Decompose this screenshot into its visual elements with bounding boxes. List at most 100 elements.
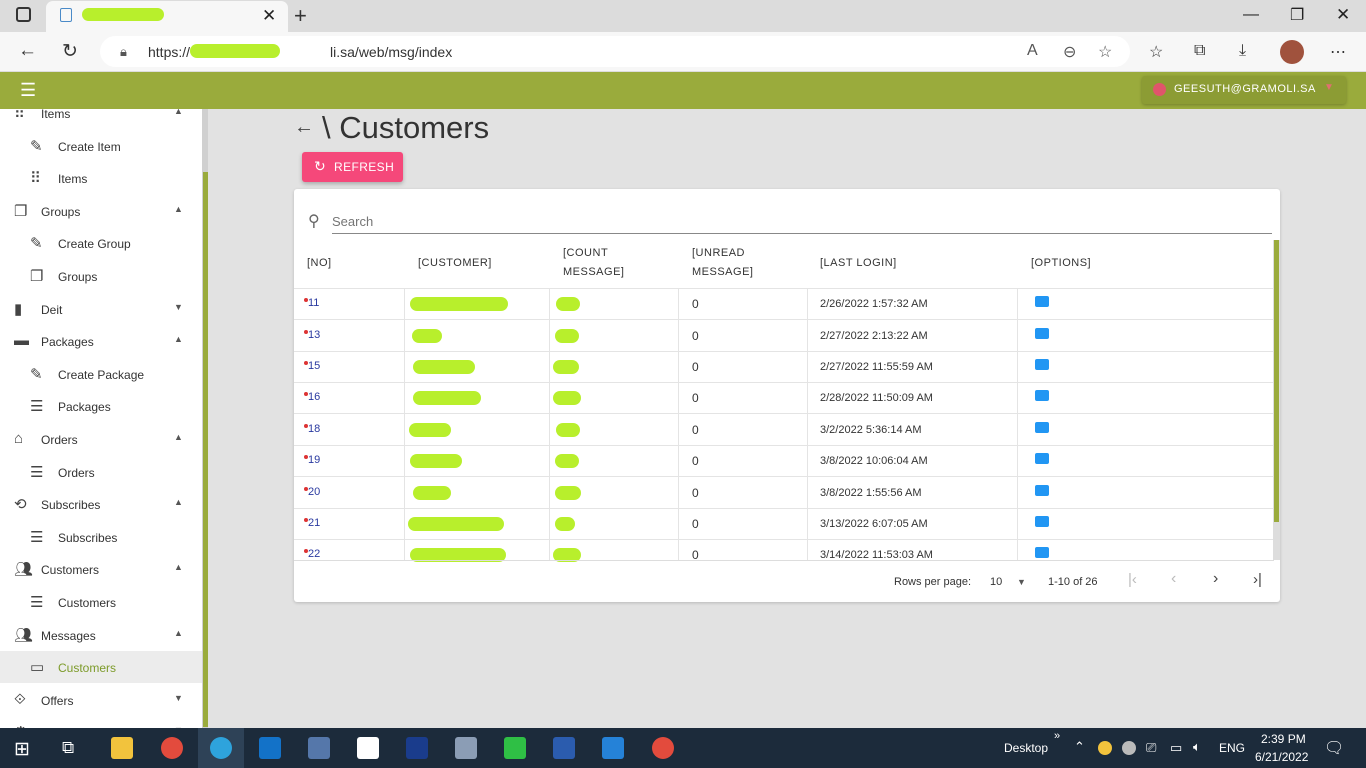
message-icon[interactable] xyxy=(1035,390,1049,401)
menu-icon[interactable]: ☰ xyxy=(20,80,36,101)
chevron-down-icon[interactable]: ▼ xyxy=(1324,82,1334,93)
chrome-icon[interactable] xyxy=(161,737,183,759)
file-explorer-icon[interactable] xyxy=(111,737,133,759)
profile-avatar[interactable] xyxy=(1280,40,1304,64)
row-no[interactable]: 11 xyxy=(308,297,319,309)
downloads-icon[interactable]: ⤓ xyxy=(1239,42,1246,60)
reload-icon[interactable]: ↻ xyxy=(62,40,78,63)
rows-per-page-select[interactable]: 10 xyxy=(990,576,1002,588)
desktop-toolbar[interactable]: Desktop xyxy=(1004,741,1048,755)
chevron-down-icon[interactable]: ▼ xyxy=(174,302,183,312)
row-no[interactable]: 21 xyxy=(308,517,320,529)
prev-page-icon[interactable]: ‹ xyxy=(1171,570,1176,588)
tab-close-icon[interactable]: ✕ xyxy=(262,6,276,26)
sidebar-item-customers[interactable]: ☰ Customers xyxy=(0,586,202,618)
sidebar-item-offers[interactable]: ⟐ Offers ▼ xyxy=(0,684,202,716)
message-icon[interactable] xyxy=(1035,422,1049,433)
sidebar-item-orders[interactable]: ⌂ Orders ▲ xyxy=(0,423,202,455)
chevron-up-icon[interactable]: ▲ xyxy=(174,432,183,442)
clock-time[interactable]: 2:39 PM xyxy=(1261,732,1306,746)
start-icon[interactable]: ⊞ xyxy=(14,738,30,761)
header-no[interactable]: [NO] xyxy=(307,254,332,273)
message-icon[interactable] xyxy=(1035,328,1049,339)
back-arrow-icon[interactable]: ← xyxy=(294,116,314,139)
vscode-icon[interactable] xyxy=(602,737,624,759)
onedrive-icon[interactable] xyxy=(1122,741,1136,755)
window-close-icon[interactable]: ✕ xyxy=(1336,5,1350,25)
more-icon[interactable]: ⋯ xyxy=(1330,42,1346,62)
clock-date[interactable]: 6/21/2022 xyxy=(1255,750,1308,764)
sidebar-item-create-group[interactable]: ✎ Create Group xyxy=(0,227,202,259)
sidebar-item-messages[interactable]: 👥︎ Messages ▲ xyxy=(0,619,202,651)
tray-app-icon[interactable] xyxy=(1098,741,1112,755)
back-icon[interactable]: ← xyxy=(18,40,37,62)
new-tab-icon[interactable]: + xyxy=(294,3,307,29)
meet-now-icon[interactable]: ⎚ xyxy=(1146,740,1156,756)
read-aloud-icon[interactable]: A xyxy=(1027,42,1038,60)
rows-per-page-caret-icon[interactable]: ▼ xyxy=(1017,577,1026,587)
eye-app-icon[interactable] xyxy=(504,737,526,759)
table-scroll-thumb[interactable] xyxy=(1274,240,1279,522)
search-input[interactable] xyxy=(332,210,1272,234)
row-no[interactable]: 22 xyxy=(308,548,320,560)
sidebar-item-orders[interactable]: ☰ Orders xyxy=(0,456,202,488)
word-icon[interactable] xyxy=(553,737,575,759)
user-email[interactable]: GEESUTH@GRAMOLI.SA xyxy=(1174,83,1316,95)
header-count-message[interactable]: [COUNT MESSAGE] xyxy=(563,244,624,282)
header-customer[interactable]: [CUSTOMER] xyxy=(418,254,492,273)
sidebar-item-groups[interactable]: ❐ Groups xyxy=(0,260,202,292)
sidebar-item-subscribes[interactable]: ☰ Subscribes xyxy=(0,521,202,553)
header-last-login[interactable]: [LAST LOGIN] xyxy=(820,254,897,273)
network-app-icon[interactable] xyxy=(308,737,330,759)
row-no[interactable]: 19 xyxy=(308,454,320,466)
tab-actions-icon[interactable] xyxy=(16,7,31,22)
language-indicator[interactable]: ENG xyxy=(1219,741,1245,755)
notifications-icon[interactable]: 🗨︎ xyxy=(1324,738,1344,758)
sidebar-item-deit[interactable]: ▮ Deit ▼ xyxy=(0,293,202,325)
task-view-icon[interactable]: ⧉ xyxy=(62,738,74,758)
row-no[interactable]: 16 xyxy=(308,391,320,403)
sidebar-item-settings[interactable]: ⚙Settings▼ xyxy=(0,716,202,728)
tray-expand-icon[interactable]: ⌃ xyxy=(1074,739,1085,755)
chevron-up-icon[interactable]: ▲ xyxy=(174,628,183,638)
chrome-profile-icon[interactable] xyxy=(652,737,674,759)
chevron-up-icon[interactable]: ▲ xyxy=(174,109,183,116)
minimize-icon[interactable]: — xyxy=(1243,6,1259,24)
sidebar-item-packages[interactable]: ☰ Packages xyxy=(0,390,202,422)
zoom-out-icon[interactable]: ⊖ xyxy=(1063,42,1076,62)
outlook-icon[interactable] xyxy=(259,737,281,759)
volume-icon[interactable]: 🔈︎ xyxy=(1193,739,1201,755)
notion-icon[interactable] xyxy=(357,737,379,759)
restore-icon[interactable]: ❐ xyxy=(1290,5,1304,25)
next-page-icon[interactable]: › xyxy=(1213,570,1218,588)
row-no[interactable]: 13 xyxy=(308,329,320,341)
favorites-icon[interactable]: ☆ xyxy=(1149,42,1163,62)
first-page-icon[interactable]: |‹ xyxy=(1128,571,1137,588)
chevron-up-icon[interactable]: ▲ xyxy=(174,204,183,214)
sidebar-item-customers[interactable]: 👥︎ Customers ▲ xyxy=(0,553,202,585)
sidebar-item-groups[interactable]: ❐ Groups ▲ xyxy=(0,195,202,227)
sidebar-item-subscribes[interactable]: ⟲ Subscribes ▲ xyxy=(0,488,202,520)
sidebar-scroll-thumb[interactable] xyxy=(203,172,208,727)
add-favorite-icon[interactable]: ☆ xyxy=(1098,42,1112,62)
sidebar-item-items[interactable]: ⠿ Items ▲ xyxy=(0,109,202,129)
chevron-up-icon[interactable]: ▲ xyxy=(174,497,183,507)
message-icon[interactable] xyxy=(1035,359,1049,370)
row-no[interactable]: 20 xyxy=(308,486,320,498)
message-icon[interactable] xyxy=(1035,485,1049,496)
sidebar-item-create-package[interactable]: ✎ Create Package xyxy=(0,358,202,390)
message-icon[interactable] xyxy=(1035,296,1049,307)
edge-icon[interactable] xyxy=(210,737,232,759)
lock-icon[interactable]: 🔒︎ xyxy=(120,44,127,60)
message-icon[interactable] xyxy=(1035,547,1049,558)
sidebar-item-create-item[interactable]: ✎ Create Item xyxy=(0,130,202,162)
sidebar-item-customers[interactable]: ▭ Customers xyxy=(0,651,202,684)
film-app-icon[interactable] xyxy=(455,737,477,759)
network-icon[interactable]: ▭ xyxy=(1170,740,1182,756)
header-unread-message[interactable]: [UNREAD MESSAGE] xyxy=(692,244,753,282)
chevron-down-icon[interactable]: ▼ xyxy=(174,693,183,703)
toolbar-expand-icon[interactable]: » xyxy=(1054,730,1060,742)
message-icon[interactable] xyxy=(1035,453,1049,464)
sidebar-item-items[interactable]: ⠿ Items xyxy=(0,162,202,194)
photoshop-icon[interactable] xyxy=(406,737,428,759)
